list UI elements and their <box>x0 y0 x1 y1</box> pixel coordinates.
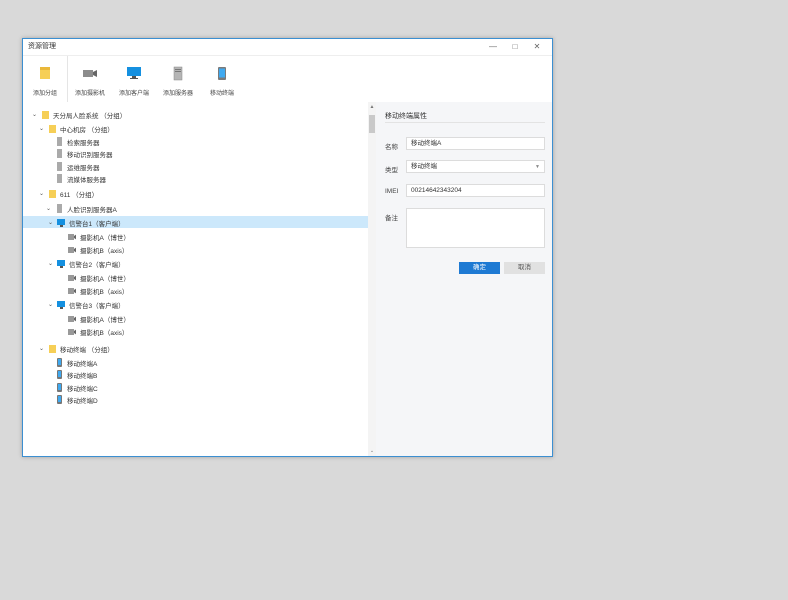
chevron-down-icon[interactable]: ⌄ <box>47 219 54 226</box>
chevron-down-icon[interactable]: ⌄ <box>45 205 52 212</box>
tree-node-client1-cam-b[interactable]: 摄影机B（axis） <box>65 244 128 255</box>
folder-icon <box>41 110 49 119</box>
server-icon <box>55 204 63 213</box>
tree-node-mobile-b[interactable]: 移动终端B <box>52 369 97 380</box>
chevron-down-icon[interactable]: ⌄ <box>38 345 45 352</box>
tree-node-client3[interactable]: ⌄ 信警台3（客户端） <box>47 299 125 310</box>
camera-icon <box>68 245 76 254</box>
tree-node-client2-cam-b[interactable]: 摄影机B（axis） <box>65 285 128 296</box>
maximize-button[interactable]: □ <box>504 39 526 55</box>
chevron-down-icon: ▼ <box>535 164 540 170</box>
add-server-button[interactable]: 添加服务器 <box>156 56 200 102</box>
mobile-phone-icon <box>55 358 63 367</box>
window-title: 资源管理 <box>28 43 56 50</box>
minimize-icon: — <box>489 42 497 51</box>
type-select[interactable]: 移动终端 ▼ <box>406 160 545 173</box>
chevron-down-icon[interactable]: ⌄ <box>31 111 38 118</box>
tree-node-srv-mobile-recog[interactable]: 移动识别服务器 <box>52 148 113 159</box>
scroll-down-icon[interactable]: ⌄ <box>368 447 376 455</box>
tree-node-root[interactable]: ⌄ 天分局人脸系统 （分组） <box>31 109 126 120</box>
tree-node-client1-cam-a[interactable]: 摄影机A（博世） <box>65 231 130 242</box>
tree-node-srv-stream[interactable]: 流媒体服务器 <box>52 173 106 184</box>
toolbar: 添加分组 添加摄影机 添加客户端 添加服务器 移动终端 <box>23 55 552 103</box>
name-label: 名称 <box>385 144 398 151</box>
resource-manager-window: 资源管理 — □ ✕ 添加分组 添加摄影机 添加客户端 添加服务器 移动终端 ⌄… <box>22 38 553 457</box>
tree-node-mobile-c[interactable]: 移动终端C <box>52 382 98 393</box>
mobile-phone-icon <box>212 63 232 83</box>
note-textarea[interactable] <box>406 208 545 248</box>
camera-icon <box>80 63 100 83</box>
monitor-icon <box>124 63 144 83</box>
tree-node-client2-cam-a[interactable]: 摄影机A（博世） <box>65 272 130 283</box>
server-icon <box>168 63 188 83</box>
camera-icon <box>68 273 76 282</box>
close-button[interactable]: ✕ <box>526 39 548 55</box>
tree-node-mobile-group[interactable]: ⌄ 移动终端 （分组） <box>38 343 114 354</box>
chevron-down-icon[interactable]: ⌄ <box>38 125 45 132</box>
imei-field[interactable]: 00214642343204 <box>406 184 545 197</box>
folder-icon <box>48 124 56 133</box>
tree-node-mobile-d[interactable]: 移动终端D <box>52 394 98 405</box>
folder-icon <box>48 189 56 198</box>
type-label: 类型 <box>385 167 398 174</box>
mobile-phone-icon <box>55 383 63 392</box>
maximize-icon: □ <box>512 42 518 51</box>
add-camera-button[interactable]: 添加摄影机 <box>68 56 112 102</box>
monitor-icon <box>57 259 65 268</box>
title-bar: 资源管理 — □ ✕ <box>23 39 552 55</box>
resource-tree: ⌄ 天分局人脸系统 （分组） ⌄ 中心机房 （分组） 检索服务器 移动识别服务器… <box>23 102 368 456</box>
tree-node-face-server-a[interactable]: ⌄ 人脸识别服务器A <box>45 203 117 214</box>
monitor-icon <box>57 218 65 227</box>
tree-node-client3-cam-a[interactable]: 摄影机A（博世） <box>65 313 130 324</box>
scrollbar-thumb[interactable] <box>369 115 375 133</box>
tree-node-client2[interactable]: ⌄ 信警台2（客户端） <box>47 258 125 269</box>
server-icon <box>55 149 63 158</box>
panel-divider <box>385 122 545 123</box>
ok-button[interactable]: 确定 <box>459 262 500 274</box>
tree-node-client1[interactable]: ⌄ 信警台1（客户端） <box>47 217 125 228</box>
mobile-phone-icon <box>55 395 63 404</box>
server-icon <box>55 162 63 171</box>
name-field[interactable]: 移动终端A <box>406 137 545 150</box>
monitor-icon <box>57 300 65 309</box>
tree-scrollbar[interactable]: ▲ ⌄ <box>368 102 376 456</box>
note-label: 备注 <box>385 215 398 222</box>
add-group-button[interactable]: 添加分组 <box>23 56 67 102</box>
tree-node-center[interactable]: ⌄ 中心机房 （分组） <box>38 123 114 134</box>
tree-node-mobile-a[interactable]: 移动终端A <box>52 357 97 368</box>
tree-node-srv-search[interactable]: 检索服务器 <box>52 136 100 147</box>
chevron-down-icon[interactable]: ⌄ <box>47 301 54 308</box>
minimize-button[interactable]: — <box>482 39 504 55</box>
scroll-up-icon[interactable]: ▲ <box>368 103 376 111</box>
camera-icon <box>68 314 76 323</box>
camera-icon <box>68 232 76 241</box>
properties-panel: 移动终端属性 名称 移动终端A 类型 移动终端 ▼ IMEI 002146423… <box>376 102 552 456</box>
tree-node-611[interactable]: ⌄ 611 （分组） <box>38 188 98 199</box>
folder-icon <box>48 344 56 353</box>
camera-icon <box>68 327 76 336</box>
server-icon <box>55 174 63 183</box>
close-icon: ✕ <box>533 42 541 51</box>
cancel-button[interactable]: 取消 <box>504 262 545 274</box>
tree-node-client3-cam-b[interactable]: 摄影机B（axis） <box>65 326 128 337</box>
folder-icon <box>35 63 55 83</box>
mobile-terminal-button[interactable]: 移动终端 <box>200 56 244 102</box>
server-icon <box>55 137 63 146</box>
camera-icon <box>68 286 76 295</box>
tree-node-srv-ops[interactable]: 运维服务器 <box>52 161 100 172</box>
panel-title: 移动终端属性 <box>385 113 427 120</box>
add-client-button[interactable]: 添加客户端 <box>112 56 156 102</box>
mobile-phone-icon <box>55 370 63 379</box>
imei-label: IMEI <box>385 188 399 195</box>
chevron-down-icon[interactable]: ⌄ <box>38 190 45 197</box>
chevron-down-icon[interactable]: ⌄ <box>47 260 54 267</box>
